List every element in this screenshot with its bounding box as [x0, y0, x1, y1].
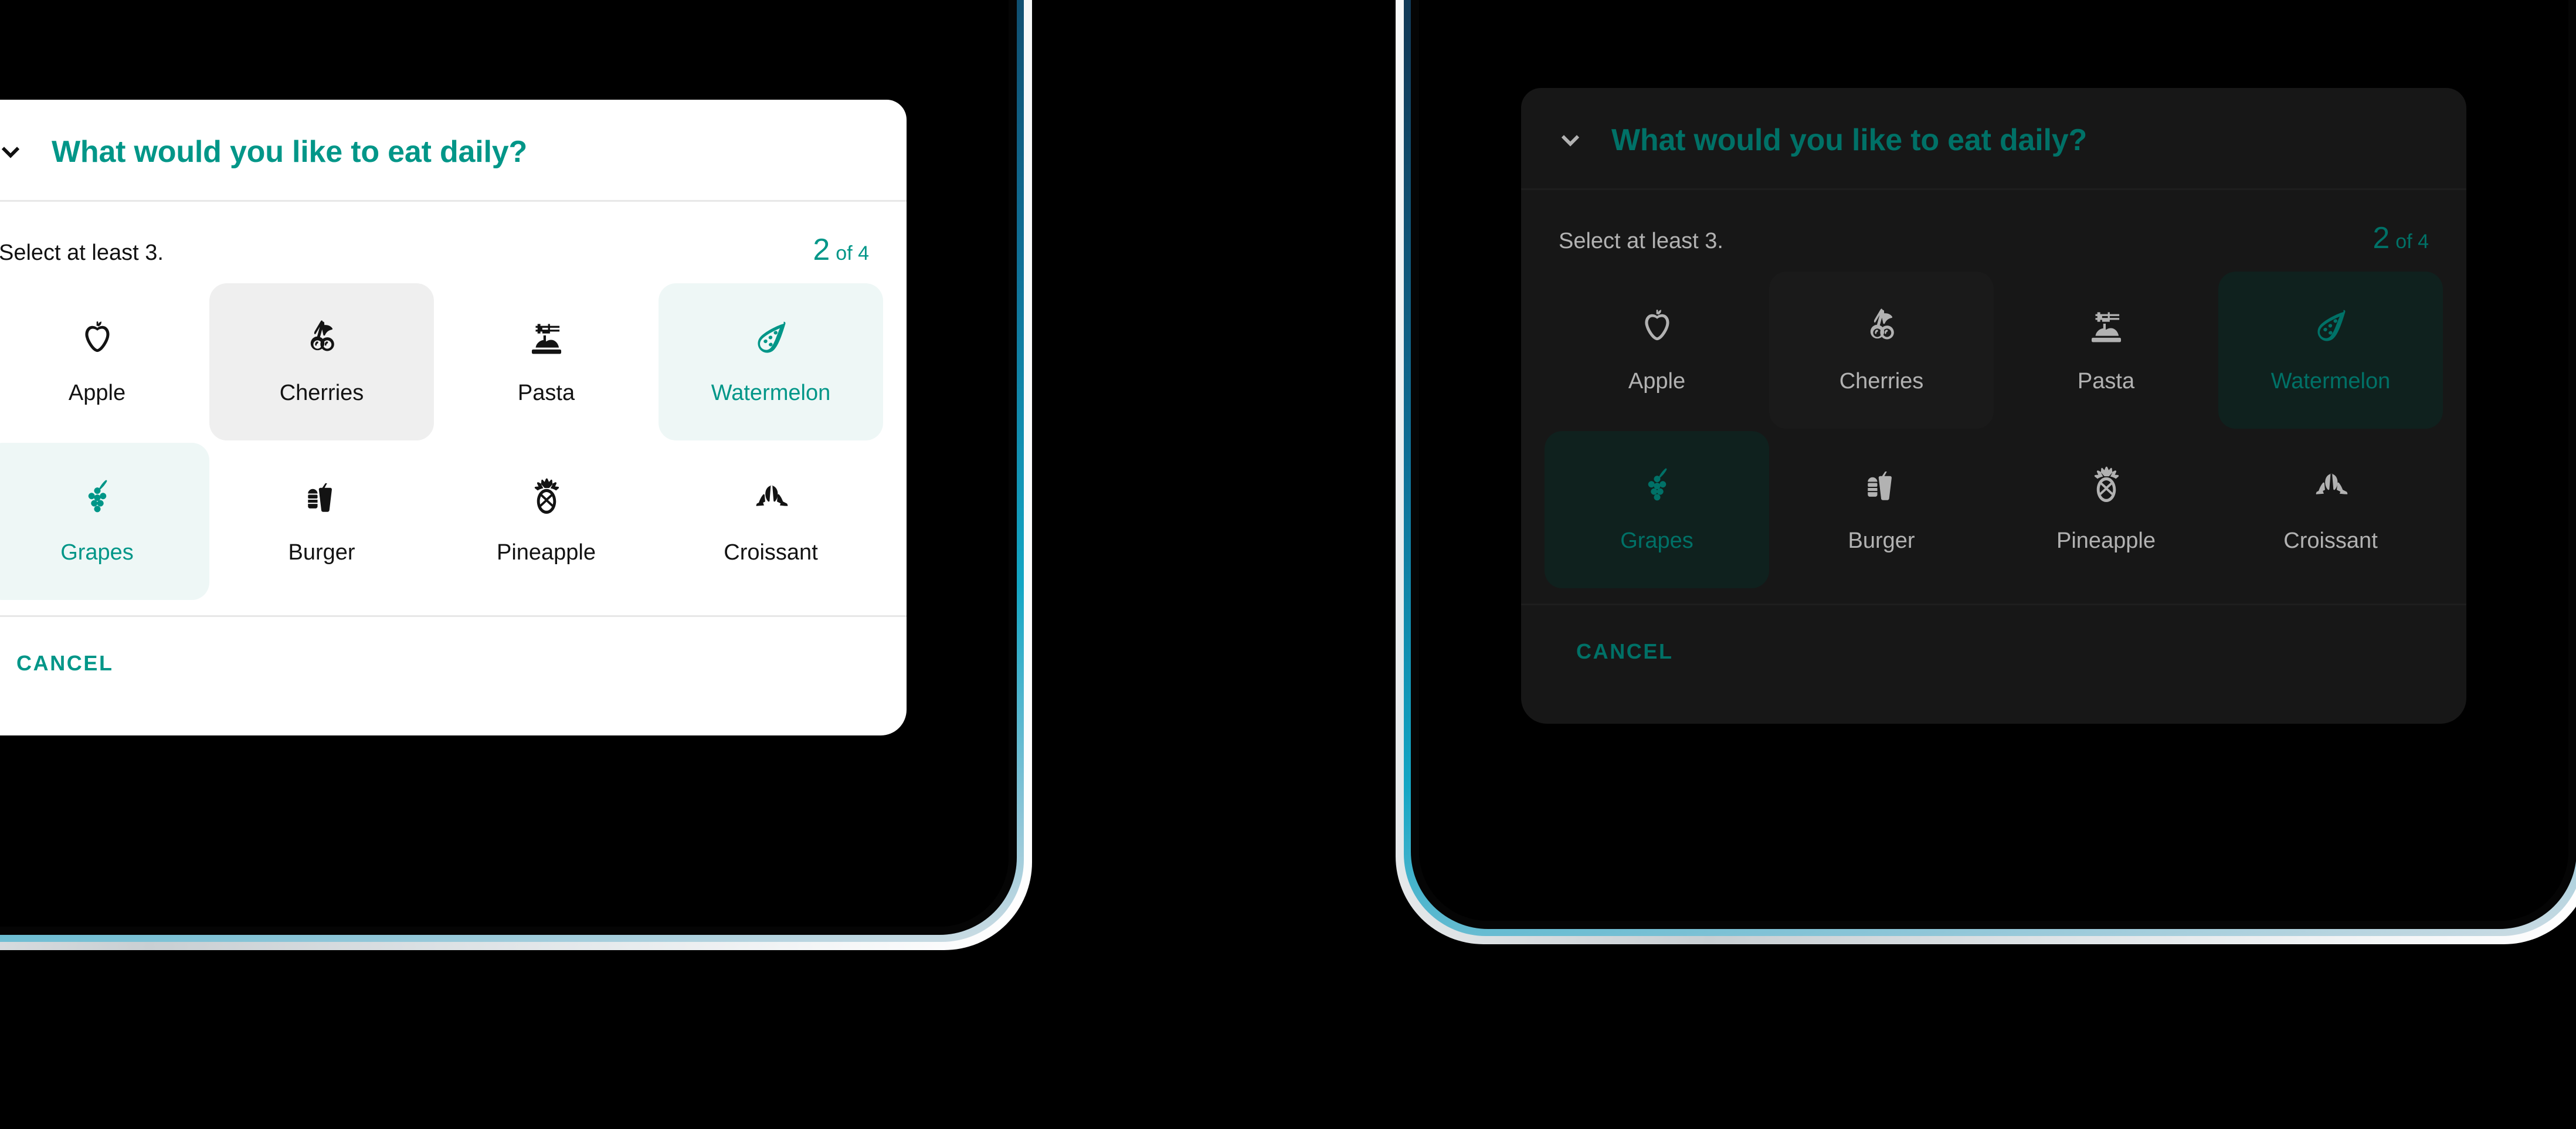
counter-current: 2	[813, 232, 830, 267]
burger-icon	[299, 476, 345, 521]
device-screen: What would you like to eat daily? Select…	[1419, 0, 2568, 921]
choice-watermelon[interactable]: Watermelon	[659, 283, 883, 440]
apple-icon	[74, 316, 120, 362]
footer-actions: CANCEL	[1521, 605, 2466, 700]
choice-label: Burger	[288, 540, 355, 565]
multi-select-dialog: What would you like to eat daily? Select…	[0, 100, 907, 735]
counter-suffix: of 4	[836, 242, 869, 265]
choice-croissant[interactable]: Croissant	[2218, 431, 2443, 588]
dialog-header: What would you like to eat daily?	[1521, 88, 2466, 188]
choice-label: Pineapple	[496, 540, 596, 565]
choice-label: Apple	[1628, 368, 1686, 394]
dark-theme-device: What would you like to eat daily? Select…	[1396, 0, 2576, 944]
grapes-icon	[1634, 464, 1680, 510]
choice-label: Watermelon	[711, 380, 831, 405]
app-surface: What would you like to eat daily? Select…	[0, 0, 1009, 927]
choice-grid: Apple Cherries Pasta Watermelon Grapes Burger…	[0, 277, 907, 615]
choice-apple[interactable]: Apple	[0, 283, 209, 440]
choice-label: Apple	[68, 380, 126, 405]
choice-cherries[interactable]: Cherries	[209, 283, 434, 440]
dialog-footer: CANCEL	[0, 617, 907, 735]
pineapple-icon	[524, 476, 569, 521]
chevron-down-icon[interactable]	[1557, 127, 1583, 153]
choice-label: Croissant	[2283, 528, 2378, 553]
choice-cherries[interactable]: Cherries	[1769, 271, 1994, 429]
screenshot-stage: What would you like to eat daily? Select…	[0, 0, 2576, 1129]
burger-icon	[1859, 464, 1905, 510]
choice-grid: Apple Cherries Pasta Watermelon Grapes Burger…	[1521, 266, 2466, 604]
selection-counter: 2 of 4	[2373, 223, 2429, 253]
choice-label: Pineapple	[2056, 528, 2156, 553]
pasta-icon	[524, 316, 569, 362]
cancel-button[interactable]: CANCEL	[0, 647, 131, 679]
choice-pasta[interactable]: Pasta	[1994, 272, 2218, 429]
choice-grapes[interactable]: Grapes	[1545, 430, 1769, 588]
dialog-title: What would you like to eat daily?	[1611, 123, 2088, 157]
counter-suffix: of 4	[2395, 230, 2429, 253]
choice-label: Pasta	[517, 380, 575, 405]
counter-current: 2	[2373, 221, 2390, 255]
croissant-icon	[2308, 464, 2354, 510]
app-surface: What would you like to eat daily? Select…	[1419, 0, 2568, 921]
apple-icon	[1634, 304, 1680, 350]
cancel-button[interactable]: CANCEL	[1559, 636, 1691, 667]
cherries-icon	[299, 316, 345, 362]
cherries-icon	[1859, 304, 1905, 350]
dialog-footer: CANCEL	[1521, 605, 2466, 724]
croissant-icon	[748, 476, 794, 521]
choice-pineapple[interactable]: Pineapple	[434, 443, 659, 600]
choice-pineapple[interactable]: Pineapple	[1994, 431, 2218, 588]
dialog-header: What would you like to eat daily?	[0, 100, 907, 200]
selection-counter: 2 of 4	[813, 235, 869, 265]
pineapple-icon	[2083, 464, 2129, 510]
choice-label: Croissant	[724, 540, 818, 565]
choice-watermelon[interactable]: Watermelon	[2218, 271, 2443, 429]
device-screen: What would you like to eat daily? Select…	[0, 0, 1009, 927]
choice-label: Grapes	[60, 540, 134, 565]
choice-pasta[interactable]: Pasta	[434, 283, 659, 440]
choice-label: Cherries	[279, 380, 364, 405]
choice-burger[interactable]: Burger	[209, 443, 434, 600]
choice-burger[interactable]: Burger	[1769, 431, 1994, 588]
choice-grapes[interactable]: Grapes	[0, 442, 209, 600]
dialog-title: What would you like to eat daily?	[52, 135, 528, 169]
selection-summary: Select at least 3. 2 of 4	[0, 202, 907, 277]
selection-summary: Select at least 3. 2 of 4	[1521, 190, 2466, 266]
choice-label: Burger	[1848, 528, 1915, 553]
choice-label: Pasta	[2077, 368, 2135, 394]
light-theme-device: What would you like to eat daily? Select…	[0, 0, 1032, 950]
choice-label: Grapes	[1620, 528, 1693, 553]
choice-apple[interactable]: Apple	[1545, 272, 1769, 429]
choice-croissant[interactable]: Croissant	[659, 443, 883, 600]
watermelon-icon	[2308, 304, 2354, 350]
helper-text: Select at least 3.	[1559, 228, 1723, 253]
chevron-down-icon[interactable]	[0, 139, 23, 165]
helper-text: Select at least 3.	[0, 240, 164, 265]
grapes-icon	[74, 476, 120, 521]
choice-label: Cherries	[1839, 368, 1924, 394]
watermelon-icon	[748, 316, 794, 362]
choice-label: Watermelon	[2270, 368, 2391, 394]
pasta-icon	[2083, 304, 2129, 350]
multi-select-dialog: What would you like to eat daily? Select…	[1521, 88, 2466, 724]
footer-actions: CANCEL	[0, 617, 907, 712]
